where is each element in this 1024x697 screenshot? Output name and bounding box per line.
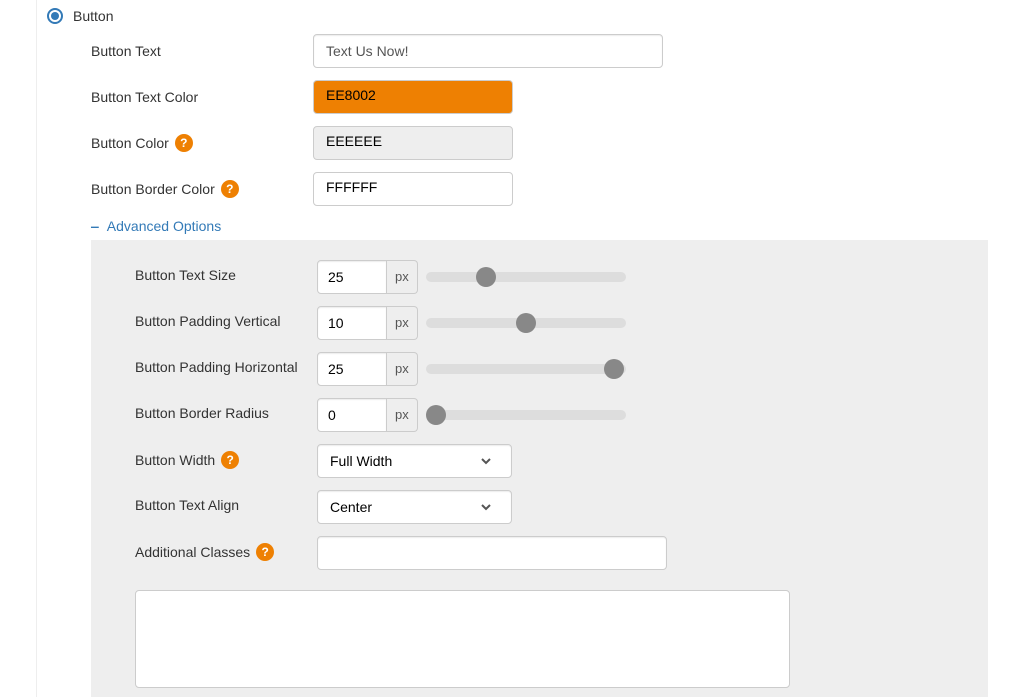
help-icon[interactable]: ? — [175, 134, 193, 152]
input-padding-horizontal[interactable] — [317, 352, 387, 386]
label-text-align: Button Text Align — [135, 497, 239, 513]
select-text-align[interactable]: Center — [317, 490, 512, 524]
label-border-radius: Button Border Radius — [135, 405, 269, 421]
slider-text-size[interactable] — [426, 272, 626, 282]
label-button-width: Button Width — [135, 452, 215, 468]
unit-label: px — [387, 352, 418, 386]
radio-button[interactable] — [47, 8, 63, 24]
collapse-toggle-icon[interactable]: ‒ — [91, 218, 99, 234]
unit-label: px — [387, 260, 418, 294]
input-text-size[interactable] — [317, 260, 387, 294]
advanced-options-link[interactable]: Advanced Options — [107, 218, 221, 234]
input-additional-classes[interactable] — [317, 536, 667, 570]
label-padding-horizontal: Button Padding Horizontal — [135, 359, 298, 375]
swatch-button-border-color[interactable]: FFFFFF — [313, 172, 513, 206]
swatch-text: FFFFFF — [326, 179, 377, 195]
input-border-radius[interactable] — [317, 398, 387, 432]
help-icon[interactable]: ? — [221, 451, 239, 469]
input-padding-vertical[interactable] — [317, 306, 387, 340]
swatch-button-text-color[interactable]: EE8002 — [313, 80, 513, 114]
label-button-border-color: Button Border Color — [91, 181, 215, 197]
swatch-text: EEEEEE — [326, 133, 382, 149]
unit-label: px — [387, 398, 418, 432]
label-button-text: Button Text — [91, 43, 161, 59]
html-code-output[interactable] — [135, 590, 790, 688]
label-button-color: Button Color — [91, 135, 169, 151]
swatch-button-color[interactable]: EEEEEE — [313, 126, 513, 160]
slider-padding-horizontal[interactable] — [426, 364, 626, 374]
help-icon[interactable]: ? — [221, 180, 239, 198]
slider-border-radius[interactable] — [426, 410, 626, 420]
advanced-options-panel: Button Text Size px Button Padding Verti… — [91, 240, 988, 697]
slider-padding-vertical[interactable] — [426, 318, 626, 328]
input-button-text[interactable] — [313, 34, 663, 68]
radio-button-label: Button — [73, 8, 113, 24]
label-text-size: Button Text Size — [135, 267, 236, 283]
help-icon[interactable]: ? — [256, 543, 274, 561]
swatch-text: EE8002 — [326, 87, 376, 103]
label-additional-classes: Additional Classes — [135, 544, 250, 560]
select-button-width[interactable]: Full Width — [317, 444, 512, 478]
label-padding-vertical: Button Padding Vertical — [135, 313, 281, 329]
unit-label: px — [387, 306, 418, 340]
label-button-text-color: Button Text Color — [91, 89, 198, 105]
